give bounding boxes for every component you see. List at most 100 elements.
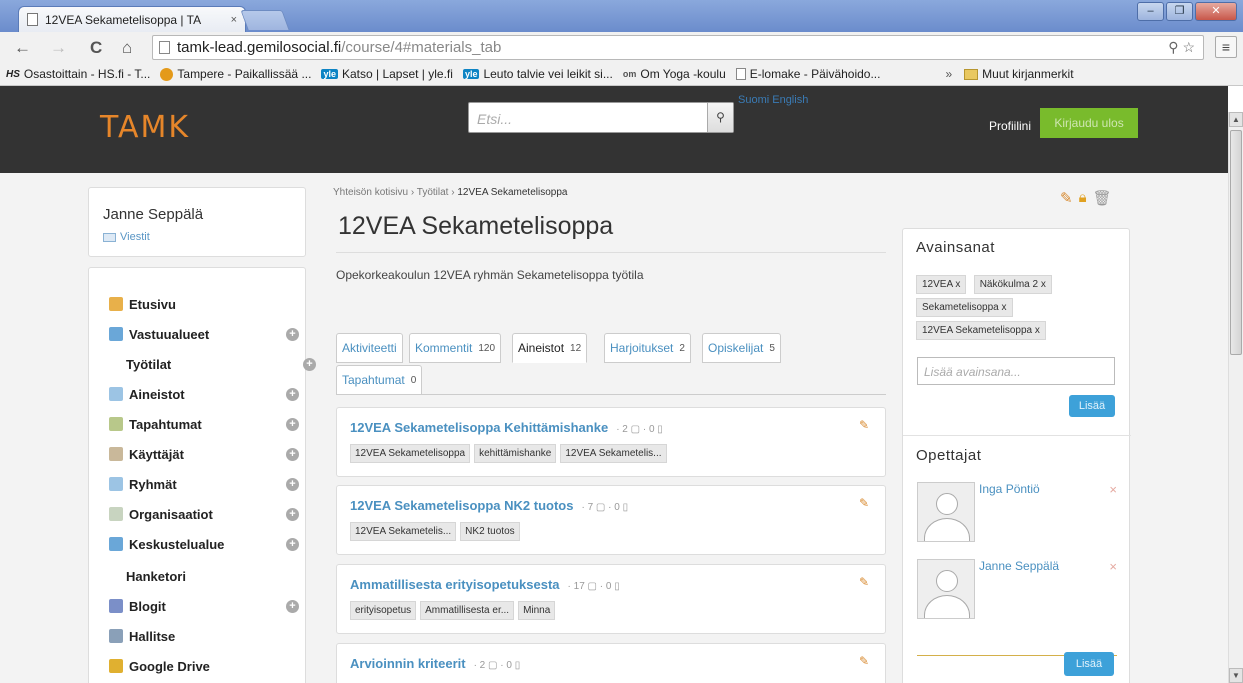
tab-item[interactable]: Harjoitukset 2 [604,333,691,363]
sidebar-item[interactable]: Blogit + [109,596,299,616]
expand-plus-icon[interactable]: + [286,417,299,431]
reload-icon[interactable]: C [90,38,102,58]
edit-pencil-icon[interactable]: ✎ [859,654,869,668]
address-bar[interactable]: tamk-lead.gemilosocial.fi /course/4#mate… [152,35,1204,60]
remove-teacher-icon[interactable]: × [1109,559,1117,574]
tamk-logo[interactable]: TAMK [100,110,190,145]
bookmark-item[interactable]: HS Osastoittain - HS.fi - T... [6,67,150,81]
tab-close-icon[interactable]: × [231,14,237,26]
breadcrumb-section[interactable]: Työtilat [417,187,449,198]
search-input[interactable]: Etsi... [477,111,512,127]
sidebar-item[interactable]: Työtilat + [126,354,316,374]
tag[interactable]: erityisopetus [350,601,417,620]
other-bookmarks[interactable]: Muut kirjanmerkit [964,67,1074,81]
avatar[interactable] [917,559,975,619]
tag[interactable]: 12VEA Sekametelis... [350,522,457,541]
bookmark-item[interactable]: E-lomake - Päivähoido... [735,67,880,81]
logout-button[interactable]: Kirjaudu ulos [1040,108,1138,138]
sidebar-item[interactable]: Hallitse [109,626,299,646]
lock-icon[interactable]: 🔒︎ [1079,189,1087,207]
tag[interactable]: 12VEA Sekametelis... [560,444,667,463]
tab-item[interactable]: Aktiviteetti [336,333,403,363]
sidebar-item[interactable]: Tapahtumat + [109,414,299,434]
browser-tab[interactable]: 12VEA Sekametelisoppa | TA × [18,6,246,32]
zoom-star-icons[interactable]: ⚲ ☆ [1168,39,1195,56]
minimize-button[interactable]: – [1137,2,1164,21]
keyword-tag[interactable]: 12VEA Sekametelisoppa x [916,321,1046,340]
maximize-button[interactable]: ❐ [1166,2,1193,21]
language-links[interactable]: Suomi English [738,94,808,106]
more-bookmarks-icon[interactable]: » [945,67,952,81]
messages-label: Viestit [120,231,150,243]
add-keyword-button[interactable]: Lisää [1069,395,1115,417]
material-title-link[interactable]: 12VEA Sekametelisoppa Kehittämishanke [350,420,608,435]
search-box[interactable]: Etsi... ⚲ [468,102,734,133]
scroll-up-icon[interactable]: ▲ [1229,112,1243,127]
tab-item[interactable]: Kommentit 120 [409,333,502,363]
new-tab-button[interactable] [240,10,290,30]
bookmark-item[interactable]: Tampere - Paikallissää ... [160,67,311,81]
keyword-tag[interactable]: Näkökulma 2 x [973,275,1052,294]
tag[interactable]: kehittämishanke [474,444,557,463]
search-icon[interactable]: ⚲ [707,103,733,132]
tab-item[interactable]: Tapahtumat 0 [336,365,423,395]
tag[interactable]: 12VEA Sekametelisoppa [350,444,471,463]
material-title-link[interactable]: Arvioinnin kriteerit [350,656,466,671]
keyword-tag[interactable]: Sekametelisoppa x [916,298,1013,317]
close-window-button[interactable]: ✕ [1195,2,1237,21]
sidebar-item[interactable]: Käyttäjät + [109,444,299,464]
edit-pencil-icon[interactable]: ✎ [1060,189,1073,207]
trash-icon[interactable]: 🗑︎ [1093,189,1112,207]
bookmark-item[interactable]: yle Leuto talvie vei leikit si... [462,67,613,81]
material-title-link[interactable]: 12VEA Sekametelisoppa NK2 tuotos [350,498,573,513]
sidebar-item[interactable]: Google Drive [109,656,299,676]
tab-item[interactable]: Aineistot 12 [512,333,588,363]
expand-plus-icon[interactable]: + [286,507,299,521]
sidebar-item[interactable]: Organisaatiot + [109,504,299,524]
teacher-name[interactable]: Janne Seppälä [979,559,1059,573]
teacher-name[interactable]: Inga Pöntiö [979,482,1040,496]
sidebar-item[interactable]: Aineistot + [109,384,299,404]
sidebar-item[interactable]: Hanketori [126,566,316,586]
avatar[interactable] [917,482,975,542]
back-arrow-icon[interactable]: ← [14,38,31,58]
edit-pencil-icon[interactable]: ✎ [859,418,869,432]
material-title-link[interactable]: Ammatillisesta erityisopetuksesta [350,577,560,592]
sidebar-item[interactable]: Vastuualueet + [109,324,299,344]
sidebar-item[interactable]: Keskustelualue + [109,534,299,554]
expand-plus-icon[interactable]: + [303,357,316,371]
messages-link[interactable]: Viestit [103,231,150,243]
sidebar-item[interactable]: Etusivu [109,294,299,314]
bookmark-item[interactable]: yle Katso | Lapset | yle.fi [321,67,453,81]
tag[interactable]: NK2 tuotos [460,522,520,541]
hs-icon: HS [6,68,20,80]
add-teacher-button[interactable]: Lisää [1064,652,1114,676]
tag[interactable]: Minna [518,601,556,620]
keyword-tag[interactable]: 12VEA x [916,275,967,294]
expand-plus-icon[interactable]: + [286,447,299,461]
user-name[interactable]: Janne Seppälä [103,206,203,223]
expand-plus-icon[interactable]: + [286,477,299,491]
remove-teacher-icon[interactable]: × [1109,482,1117,497]
expand-plus-icon[interactable]: + [286,387,299,401]
yle-icon: yle [321,69,338,79]
tab-item[interactable]: Opiskelijat 5 [702,333,781,363]
breadcrumb-home[interactable]: Yhteisön kotisivu [333,187,408,198]
scroll-down-icon[interactable]: ▼ [1229,668,1243,683]
forward-arrow-icon[interactable]: → [50,38,67,58]
scrollbar-thumb[interactable] [1230,130,1242,355]
home-icon[interactable]: ⌂ [122,38,132,58]
edit-pencil-icon[interactable]: ✎ [859,496,869,510]
expand-plus-icon[interactable]: + [286,327,299,341]
bookmark-item[interactable]: om Om Yoga -koulu [623,67,726,81]
tag[interactable]: Ammatillisesta er... [420,601,515,620]
page-scrollbar[interactable]: ▲ ▼ [1228,112,1243,683]
tab-label: Harjoitukset [610,341,674,355]
chrome-menu-icon[interactable]: ≡ [1215,36,1237,58]
sidebar-item[interactable]: Ryhmät + [109,474,299,494]
profile-link[interactable]: Profiilini [989,119,1031,133]
expand-plus-icon[interactable]: + [286,599,299,613]
edit-pencil-icon[interactable]: ✎ [859,575,869,589]
expand-plus-icon[interactable]: + [286,537,299,551]
keyword-input[interactable]: Lisää avainsana... [917,357,1115,385]
